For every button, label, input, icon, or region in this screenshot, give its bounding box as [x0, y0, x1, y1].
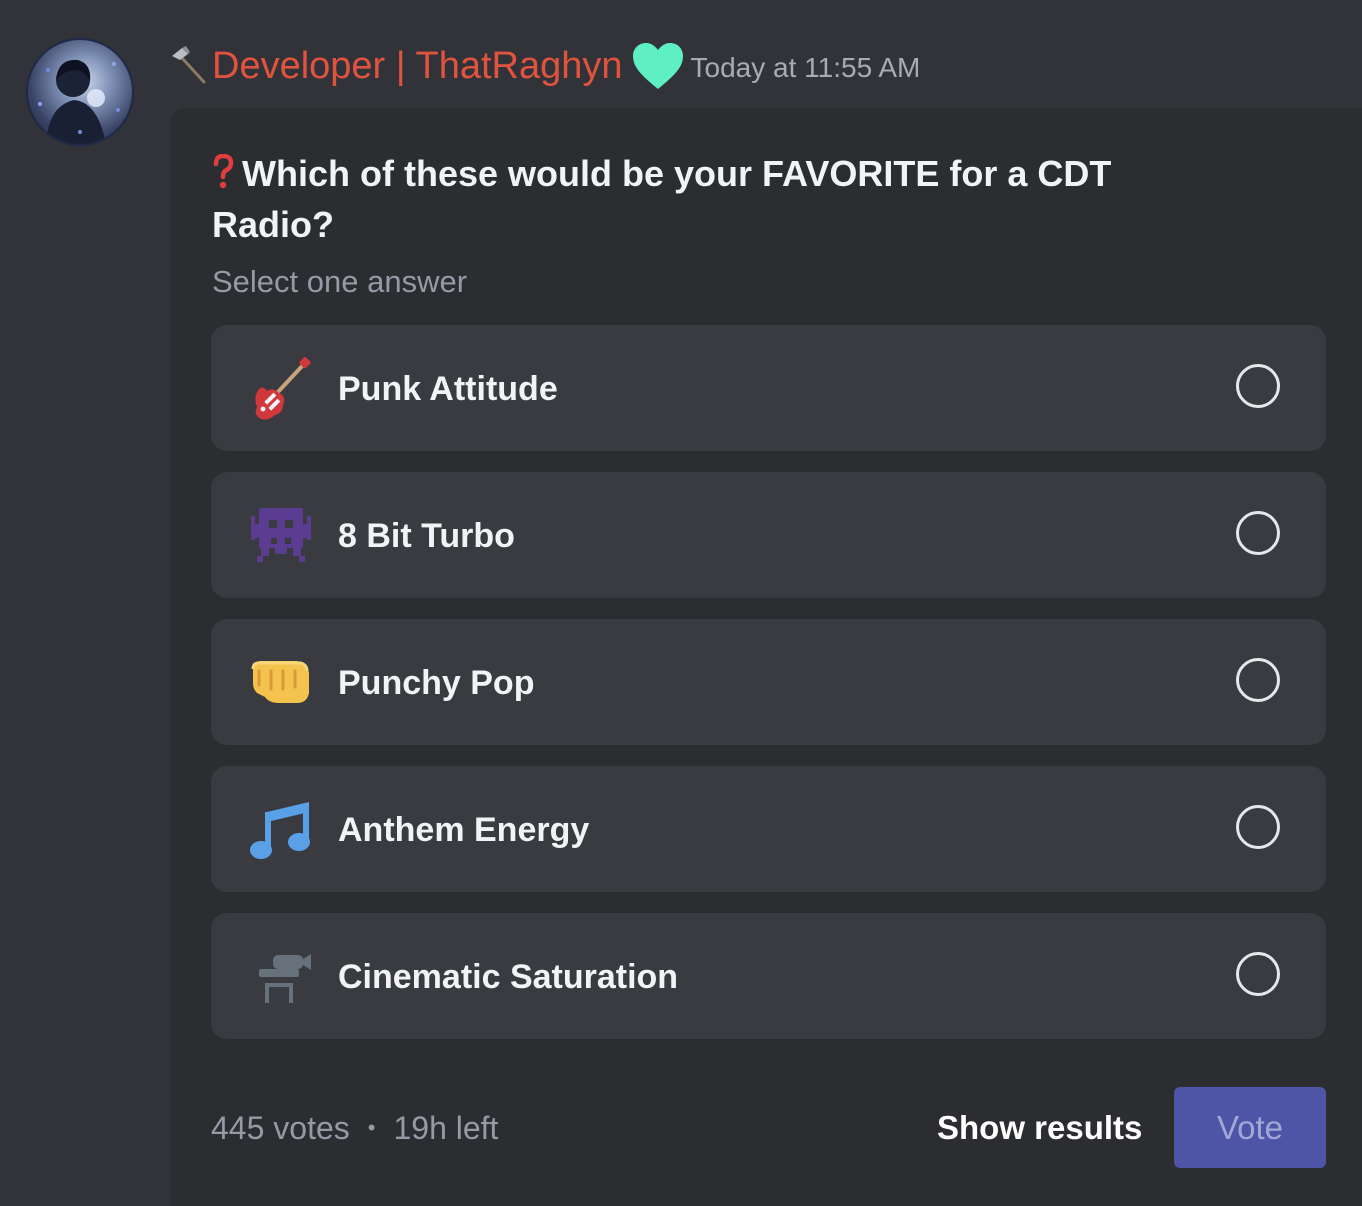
poll-answer-label: Anthem Energy	[338, 811, 590, 849]
poll-message: Developer | ThatRaghyn Today at 11:55 AM…	[0, 0, 1362, 1206]
poll-answer-label: Cinematic Saturation	[338, 958, 679, 996]
username[interactable]: Developer | ThatRaghyn	[212, 44, 623, 88]
poll-answer-label: 8 Bit Turbo	[338, 517, 515, 555]
guitar-icon	[255, 357, 311, 420]
radio-button[interactable]	[1236, 805, 1280, 849]
poll-answer-cinematic-saturation[interactable]: Cinematic Saturation	[211, 913, 1326, 1039]
poll-answer-8-bit-turbo[interactable]: 8 Bit Turbo	[211, 472, 1326, 598]
heart-icon	[632, 43, 683, 89]
poll-answer-label: Punchy Pop	[338, 664, 535, 702]
separator-dot: •	[367, 1115, 376, 1140]
show-results-button[interactable]: Show results	[937, 1108, 1142, 1148]
poll-answer-punchy-pop[interactable]: Punchy Pop	[211, 619, 1326, 745]
vote-count: 445 votes	[211, 1110, 350, 1146]
movie-camera-icon	[259, 954, 311, 1003]
avatar-image	[38, 59, 120, 144]
question-mark-icon	[213, 154, 234, 189]
poll-card: Which of these would be your FAVORITE fo…	[170, 108, 1362, 1206]
vote-button[interactable]: Vote	[1174, 1087, 1326, 1168]
poll-meta: 445 votes • 19h left	[211, 1108, 498, 1148]
poll-answer-anthem-energy[interactable]: Anthem Energy	[211, 766, 1326, 892]
user-avatar[interactable]	[28, 40, 132, 144]
radio-button[interactable]	[1236, 658, 1280, 702]
message-header: Developer | ThatRaghyn Today at 11:55 AM	[170, 36, 920, 96]
radio-button[interactable]	[1236, 952, 1280, 996]
radio-button[interactable]	[1236, 364, 1280, 408]
poll-answer-label: Punk Attitude	[338, 370, 558, 408]
fist-icon	[251, 661, 309, 703]
time-left: 19h left	[393, 1110, 499, 1146]
poll-question: Which of these would be your FAVORITE fo…	[212, 148, 1172, 250]
radio-button[interactable]	[1236, 511, 1280, 555]
poll-answer-punk-attitude[interactable]: Punk Attitude	[211, 325, 1326, 451]
hammer-icon	[172, 46, 206, 84]
poll-subtitle: Select one answer	[212, 264, 468, 299]
message-timestamp: Today at 11:55 AM	[690, 52, 921, 83]
music-notes-icon	[250, 802, 310, 859]
poll-question-text: Which of these would be your FAVORITE fo…	[212, 153, 1112, 245]
space-invader-icon	[251, 508, 311, 562]
